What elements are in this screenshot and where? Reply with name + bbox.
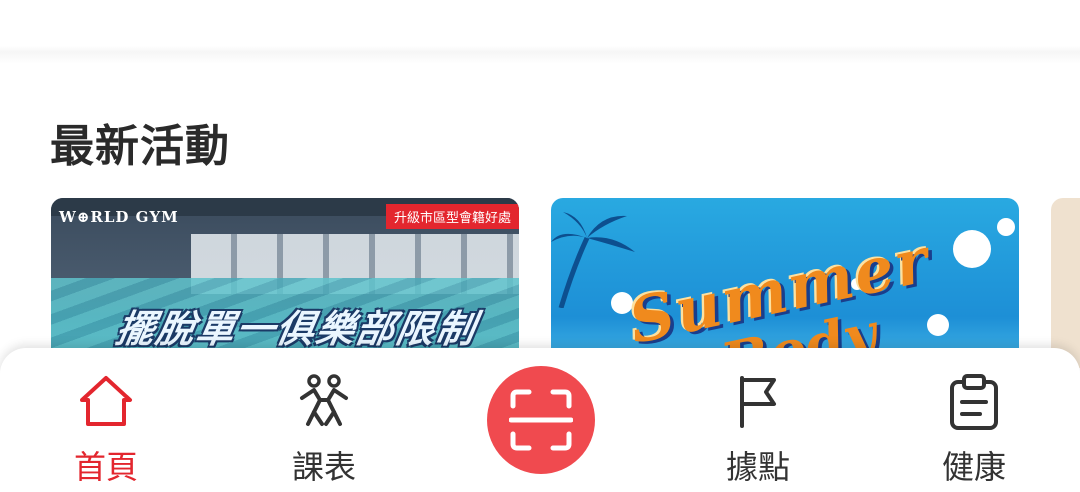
- nav-home[interactable]: 首頁: [26, 348, 186, 492]
- nav-schedule[interactable]: 課表: [244, 348, 404, 492]
- promo-tag: 升級市區型會籍好處: [385, 204, 519, 229]
- dancers-icon: [300, 374, 348, 426]
- section-title: 最新活動: [50, 121, 230, 172]
- scan-button[interactable]: [487, 366, 595, 474]
- app-screen: 最新活動 W⊕RLD GYM 升級市區型會籍好處 擺脫單一俱樂部限制 Summe…: [0, 0, 1080, 492]
- nav-locations[interactable]: 據點: [678, 348, 838, 492]
- bottom-nav: 首頁 課表 據點 健康: [0, 348, 1080, 492]
- scan-icon: [509, 389, 573, 451]
- bubble-decoration: [927, 314, 949, 336]
- nav-health-label: 健康: [941, 448, 1006, 486]
- bubble-decoration: [953, 230, 991, 268]
- nav-home-label: 首頁: [73, 448, 138, 486]
- bubble-decoration: [997, 218, 1015, 236]
- nav-health[interactable]: 健康: [894, 348, 1054, 492]
- clipboard-icon: [950, 374, 998, 430]
- banner-slogan: 擺脫單一俱樂部限制: [112, 307, 481, 351]
- home-icon: [80, 376, 132, 426]
- event-card-1[interactable]: W⊕RLD GYM 升級市區型會籍好處 擺脫單一俱樂部限制: [51, 198, 519, 368]
- event-card-3[interactable]: [1051, 198, 1080, 368]
- flag-icon: [740, 376, 776, 428]
- brand-logo: W⊕RLD GYM: [59, 208, 179, 226]
- event-card-2[interactable]: Summer Body: [551, 198, 1019, 368]
- event-carousel[interactable]: W⊕RLD GYM 升級市區型會籍好處 擺脫單一俱樂部限制 Summer Bod…: [0, 198, 1080, 368]
- top-divider: [0, 0, 1080, 64]
- nav-schedule-label: 課表: [291, 448, 356, 486]
- nav-locations-label: 據點: [725, 448, 790, 486]
